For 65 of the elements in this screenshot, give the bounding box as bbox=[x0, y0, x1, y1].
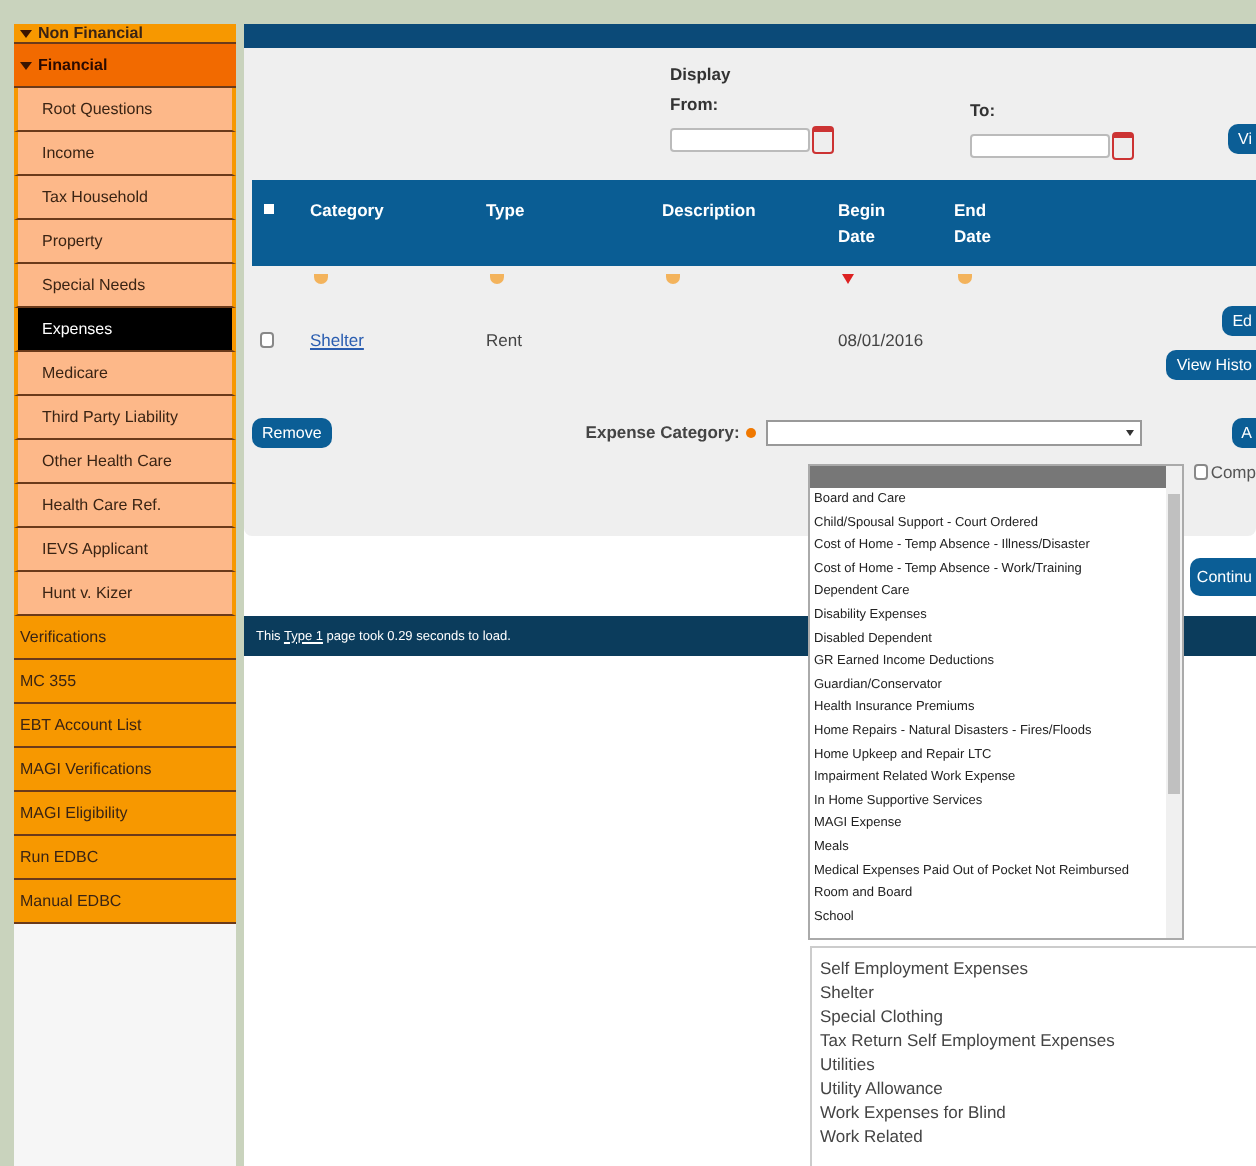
list-option[interactable]: Special Clothing bbox=[820, 1004, 1256, 1028]
list-option[interactable]: Work Expenses for Blind bbox=[820, 1100, 1256, 1124]
add-button[interactable]: A bbox=[1231, 417, 1256, 447]
column-header[interactable]: End Date bbox=[954, 198, 1014, 250]
sidebar-item[interactable]: MC 355 bbox=[14, 660, 236, 704]
from-date-field[interactable] bbox=[670, 128, 810, 152]
sidebar-item[interactable]: Expenses bbox=[14, 308, 236, 352]
sort-icon[interactable] bbox=[490, 273, 504, 283]
sidebar-header[interactable]: Financial bbox=[14, 44, 236, 88]
list-option[interactable]: Utilities bbox=[820, 1052, 1256, 1076]
view-button[interactable]: Vi bbox=[1228, 124, 1256, 154]
column-header[interactable]: Begin Date bbox=[838, 198, 898, 250]
sidebar-item[interactable]: Manual EDBC bbox=[14, 880, 236, 924]
sidebar-item[interactable]: Hunt v. Kizer bbox=[14, 572, 236, 616]
scrollbar[interactable] bbox=[1166, 466, 1182, 938]
sidebar-item[interactable]: Other Health Care bbox=[14, 440, 236, 484]
calendar-icon[interactable] bbox=[1112, 132, 1134, 160]
caret-icon bbox=[20, 61, 32, 69]
sidebar-item[interactable]: Tax Household bbox=[14, 176, 236, 220]
sidebar-item[interactable]: MAGI Eligibility bbox=[14, 792, 236, 836]
sort-icon[interactable] bbox=[666, 273, 680, 283]
to-date-field[interactable] bbox=[970, 134, 1110, 158]
sidebar-item[interactable]: MAGI Verifications bbox=[14, 748, 236, 792]
sidebar-item[interactable]: Root Questions bbox=[14, 88, 236, 132]
sidebar-item[interactable]: Special Needs bbox=[14, 264, 236, 308]
expense-category-label: Expense Category: bbox=[585, 422, 740, 442]
sort-icon[interactable] bbox=[314, 273, 328, 283]
list-option[interactable]: Shelter bbox=[820, 980, 1256, 1004]
to-label: To: bbox=[970, 98, 998, 124]
list-option[interactable]: Work Related bbox=[820, 1124, 1256, 1148]
table-cell-text: Rent bbox=[486, 330, 524, 350]
sidebar-item[interactable]: Medicare bbox=[14, 352, 236, 396]
sidebar-header[interactable]: Non Financial bbox=[14, 24, 236, 44]
sidebar-item[interactable]: Run EDBC bbox=[14, 836, 236, 880]
sort-icon[interactable] bbox=[958, 273, 972, 283]
blank-option[interactable] bbox=[810, 466, 1166, 488]
sidebar-item[interactable]: IEVS Applicant bbox=[14, 528, 236, 572]
sidebar-item[interactable]: Health Care Ref. bbox=[14, 484, 236, 528]
sort-descending-icon[interactable] bbox=[842, 273, 854, 283]
list-option[interactable]: Self Employment Expenses bbox=[820, 956, 1256, 980]
category-link[interactable]: Shelter bbox=[310, 330, 364, 350]
display-label: Display bbox=[670, 62, 733, 88]
view-history-button[interactable]: View Histo bbox=[1166, 350, 1256, 380]
expense-category-dropdown[interactable] bbox=[765, 419, 1142, 445]
list-option[interactable]: Tax Return Self Employment Expenses bbox=[820, 1028, 1256, 1052]
table-cell-text: 08/01/2016 bbox=[838, 330, 926, 350]
dropdown-arrow-icon bbox=[1125, 429, 1134, 435]
column-header[interactable]: Category bbox=[310, 198, 486, 224]
remove-button[interactable]: Remove bbox=[252, 417, 332, 447]
column-header[interactable]: Type bbox=[486, 198, 662, 224]
sidebar-item[interactable]: Property bbox=[14, 220, 236, 264]
select-all-checkbox[interactable] bbox=[264, 204, 274, 214]
checkbox-label: Comp bbox=[1210, 462, 1256, 482]
list-option[interactable]: Utility Allowance bbox=[820, 1076, 1256, 1100]
sidebar-item[interactable]: Income bbox=[14, 132, 236, 176]
sidebar-item[interactable]: EBT Account List bbox=[14, 704, 236, 748]
row-checkbox[interactable] bbox=[260, 332, 274, 348]
sidebar-item[interactable]: Verifications bbox=[14, 616, 236, 660]
edit-button[interactable]: Ed bbox=[1222, 306, 1256, 336]
calendar-icon[interactable] bbox=[812, 126, 834, 154]
column-header[interactable]: Description bbox=[662, 198, 838, 224]
checkbox[interactable] bbox=[1194, 464, 1209, 480]
continue-button[interactable]: Continu bbox=[1190, 557, 1256, 595]
sidebar-item[interactable]: Third Party Liability bbox=[14, 396, 236, 440]
from-label: From: bbox=[670, 92, 721, 118]
